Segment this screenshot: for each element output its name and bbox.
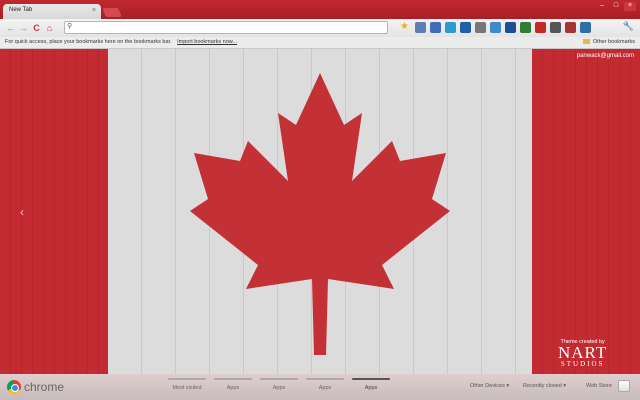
chrome-wordmark: chrome [24, 380, 65, 394]
tab-most-visited[interactable]: Most visited [168, 378, 206, 391]
tab-apps-3[interactable]: Apps [306, 378, 344, 391]
other-devices-menu[interactable]: Other Devices ▾ [470, 383, 509, 389]
new-tab-button[interactable] [102, 8, 122, 17]
minimize-button[interactable]: – [596, 2, 608, 11]
tab-apps-1[interactable]: Apps [214, 378, 252, 391]
tab-title: New Tab [9, 7, 33, 13]
web-store-link[interactable]: Web Store [586, 383, 612, 389]
studios-logo: STUDIOS [560, 360, 605, 368]
address-input[interactable] [77, 23, 377, 33]
tab-strip: New Tab × – □ × [0, 0, 640, 19]
folder-icon [582, 39, 590, 45]
search-icon: ⚲ [67, 23, 73, 30]
theme-credit: Theme created by NART STUDIOS [558, 339, 607, 368]
ext-12-icon[interactable] [580, 22, 591, 33]
bookmarks-bar: For quick access, place your bookmarks h… [0, 37, 640, 49]
chrome-logo-icon [7, 380, 21, 394]
maximize-button[interactable]: □ [610, 2, 622, 11]
reload-icon[interactable]: C [30, 22, 43, 35]
user-email[interactable]: panwack@gmail.com [577, 53, 634, 59]
ntp-bottom-bar: chrome Most visited Apps Apps Apps Apps … [0, 374, 640, 400]
tab-apps-2[interactable]: Apps [260, 378, 298, 391]
nart-logo: NART [558, 343, 608, 362]
ext-9-icon[interactable] [535, 22, 546, 33]
ext-1-icon[interactable] [415, 22, 426, 33]
recently-closed-menu[interactable]: Recently closed ▾ [523, 383, 566, 389]
tab-apps-4[interactable]: Apps [352, 378, 390, 391]
ext-3-icon[interactable] [445, 22, 456, 33]
back-icon[interactable]: ← [4, 22, 17, 35]
flag-red-band-left [0, 49, 108, 374]
ext-4-icon[interactable] [460, 22, 471, 33]
new-tab-page: panwack@gmail.com ‹ Theme created by NAR… [0, 49, 640, 374]
bookmark-star-icon[interactable]: ★ [400, 21, 409, 32]
ext-10-icon[interactable] [550, 22, 561, 33]
flag-red-band-right [532, 49, 640, 374]
ext-6-icon[interactable] [490, 22, 501, 33]
chrome-brand: chrome [7, 380, 64, 394]
forward-icon[interactable]: → [17, 22, 30, 35]
toolbar: ← → C ⌂ ⚲ ★ 🔧 [0, 19, 640, 37]
omnibox[interactable]: ⚲ [64, 21, 388, 34]
wrench-menu-icon[interactable]: 🔧 [623, 21, 634, 32]
other-bookmarks-button[interactable]: Other bookmarks [582, 39, 635, 45]
ext-8-icon[interactable] [520, 22, 531, 33]
web-store-icon[interactable] [618, 380, 630, 392]
ext-7-icon[interactable] [505, 22, 516, 33]
window-controls: – □ × [596, 2, 636, 11]
bookmarks-hint: For quick access, place your bookmarks h… [5, 39, 172, 45]
close-window-button[interactable]: × [624, 2, 636, 11]
ext-11-icon[interactable] [565, 22, 576, 33]
extension-icons [415, 22, 591, 33]
ext-5-icon[interactable] [475, 22, 486, 33]
tab-new-tab[interactable]: New Tab × [3, 4, 101, 19]
home-icon[interactable]: ⌂ [43, 22, 56, 35]
import-bookmarks-link[interactable]: Import bookmarks now... [177, 39, 237, 45]
other-bookmarks-label: Other bookmarks [592, 39, 635, 45]
page-left-arrow-icon[interactable]: ‹ [20, 205, 24, 219]
maple-leaf-icon [190, 73, 450, 355]
ext-2-icon[interactable] [430, 22, 441, 33]
tab-close-icon[interactable]: × [92, 7, 96, 14]
